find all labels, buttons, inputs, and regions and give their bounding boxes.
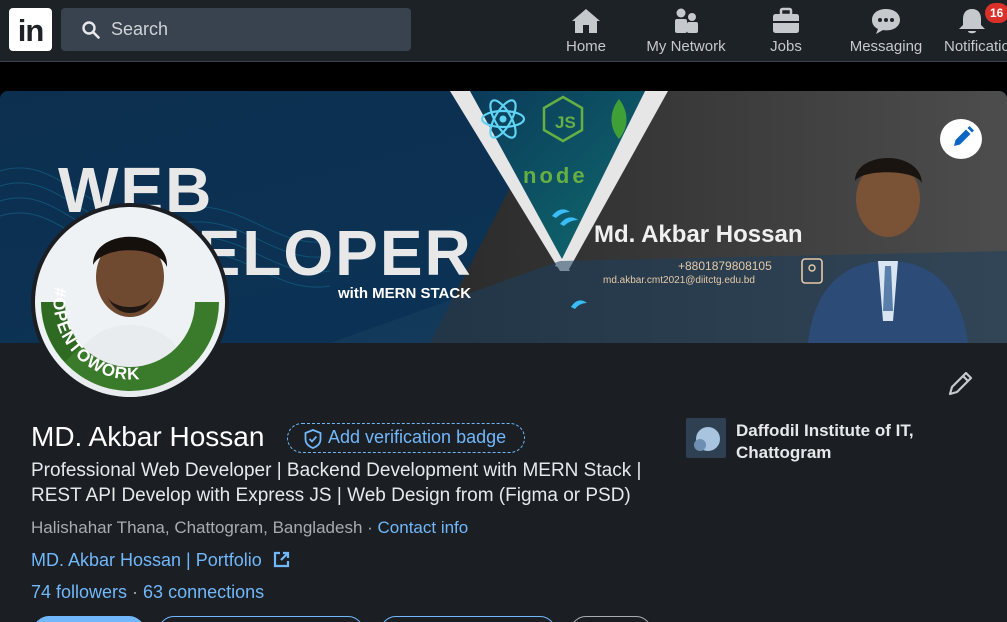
nav-notifications-label: Notificatio — [944, 38, 1007, 55]
avatar-frame-text-svg: #OPENTOWORK — [49, 286, 140, 383]
node-icon: node — [523, 163, 588, 188]
search-icon — [82, 21, 100, 39]
profile-card: WEB DEVELOPER with MERN STACK JS node Md… — [0, 91, 1007, 622]
linkedin-logo[interactable]: in — [9, 8, 52, 51]
avatar-frame-text-layer: #OPENTOWORK — [35, 207, 225, 397]
nav-jobs[interactable]: Jobs — [752, 0, 820, 62]
profile-name: MD. Akbar Hossan — [31, 421, 265, 452]
js-icon: JS — [555, 113, 576, 132]
home-icon — [572, 9, 600, 33]
followers-connections-row: 74 followers · 63 connections — [31, 582, 264, 603]
nav-home-label: Home — [565, 38, 606, 55]
svg-text:#OPENTOWORK: #OPENTOWORK — [49, 286, 140, 383]
add-custom-button[interactable] — [380, 616, 556, 622]
nav-my-network[interactable]: My Network — [642, 0, 730, 62]
external-link-icon — [273, 551, 289, 568]
portfolio-link-row[interactable]: MD. Akbar Hossan | Portfolio — [31, 550, 290, 571]
banner-email: md.akbar.cmt2021@diitctg.edu.bd — [603, 275, 755, 286]
location-separator: · — [362, 518, 378, 537]
banner-name: Md. Akbar Hossan — [594, 221, 803, 248]
add-verification-badge-button[interactable]: Add verification badge — [287, 423, 525, 453]
nav-messaging-label: Messaging — [849, 38, 923, 55]
messaging-icon — [872, 9, 900, 34]
bell-icon — [959, 9, 985, 34]
notification-count-badge: 16 — [985, 3, 1007, 23]
search-input[interactable] — [111, 8, 401, 51]
banner-subtitle: with MERN STACK — [338, 285, 472, 302]
portfolio-link[interactable]: MD. Akbar Hossan | Portfolio — [31, 550, 262, 570]
shield-check-icon — [304, 429, 322, 449]
add-profile-section-button[interactable] — [158, 616, 364, 622]
edit-intro-button[interactable] — [945, 367, 977, 399]
profile-location: Halishahar Thana, Chattogram, Bangladesh — [31, 518, 363, 537]
school-logo-graphic — [694, 427, 720, 451]
education-name: Daffodil Institute of IT, Chattogram — [736, 421, 914, 462]
school-logo — [686, 418, 726, 458]
pencil-icon — [948, 371, 973, 396]
top-navigation: in Home My Network Jobs — [0, 0, 1007, 62]
nav-jobs-label: Jobs — [770, 38, 802, 55]
briefcase-icon — [773, 7, 799, 33]
profile-headline: Professional Web Developer | Backend Dev… — [31, 460, 642, 506]
profile-avatar[interactable]: #OPENTOWORK — [31, 203, 229, 401]
pencil-icon — [954, 126, 974, 146]
nav-my-network-label: My Network — [646, 38, 726, 55]
connections-separator: · — [127, 582, 144, 602]
open-to-work-text: #OPENTOWORK — [49, 286, 139, 383]
more-button[interactable] — [570, 616, 652, 622]
connections-link[interactable]: 63 connections — [143, 582, 264, 602]
edit-cover-button[interactable] — [940, 119, 982, 159]
followers-link[interactable]: 74 followers — [31, 582, 127, 602]
banner-phone: +8801879808105 — [678, 259, 772, 273]
verification-badge-label: Add verification badge — [328, 427, 507, 447]
nav-home[interactable]: Home — [552, 0, 620, 62]
nav-messaging[interactable]: Messaging — [846, 0, 926, 62]
network-icon — [675, 8, 698, 33]
contact-info-link[interactable]: Contact info — [378, 518, 469, 537]
profile-location-line: Halishahar Thana, Chattogram, Bangladesh… — [31, 518, 468, 538]
open-to-button[interactable] — [33, 616, 145, 622]
search-bar[interactable] — [61, 8, 411, 51]
